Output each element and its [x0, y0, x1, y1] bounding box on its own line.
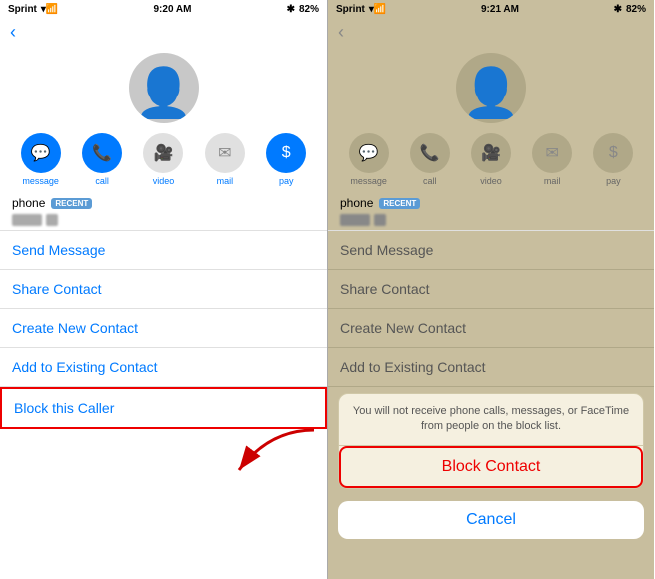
bluetooth-icon: ✱	[287, 4, 295, 15]
left-avatar: 👤	[129, 53, 199, 123]
left-avatar-area: 👤	[0, 47, 327, 127]
right-status-time: 9:21 AM	[481, 4, 519, 15]
right-menu-list: Send Message Share Contact Create New Co…	[328, 230, 654, 387]
bluetooth-icon-right: ✱	[614, 4, 622, 15]
right-status-carrier: Sprint ▾📶	[336, 4, 386, 15]
right-video-button[interactable]: 🎥 video	[466, 133, 516, 186]
right-recent-badge: RECENT	[379, 198, 420, 209]
pay-button[interactable]: $ pay	[261, 133, 311, 186]
right-mail-icon: ✉	[532, 133, 572, 173]
call-icon: 📞	[82, 133, 122, 173]
wifi-icon: ▾📶	[41, 4, 58, 15]
left-menu-list: Send Message Share Contact Create New Co…	[0, 230, 327, 579]
mail-icon: ✉	[205, 133, 245, 173]
right-blurred-number-2	[374, 214, 386, 226]
right-phone-panel: Sprint ▾📶 9:21 AM ✱ 82% ‹ 👤 💬 message 📞 …	[327, 0, 654, 579]
right-action-row: 💬 message 📞 call 🎥 video ✉ mail $ pay	[328, 127, 654, 190]
confirm-text: You will not receive phone calls, messag…	[351, 404, 631, 435]
pay-icon: $	[266, 133, 306, 173]
create-contact-item[interactable]: Create New Contact	[0, 309, 327, 348]
right-share-contact-item[interactable]: Share Contact	[328, 270, 654, 309]
right-call-button[interactable]: 📞 call	[405, 133, 455, 186]
message-button[interactable]: 💬 message	[16, 133, 66, 186]
left-status-carrier: Sprint ▾📶	[8, 4, 58, 15]
right-message-icon: 💬	[349, 133, 389, 173]
person-icon: 👤	[134, 70, 194, 118]
right-battery: 82%	[626, 4, 646, 15]
block-contact-button[interactable]: Block Contact	[339, 446, 643, 488]
video-icon: 🎥	[143, 133, 183, 173]
right-send-message-item[interactable]: Send Message	[328, 231, 654, 270]
cancel-box[interactable]: Cancel	[338, 501, 644, 539]
left-back-button[interactable]: ‹	[0, 18, 327, 47]
right-call-icon: 📞	[410, 133, 450, 173]
message-icon: 💬	[21, 133, 61, 173]
left-status-time: 9:20 AM	[153, 4, 191, 15]
right-message-button[interactable]: 💬 message	[344, 133, 394, 186]
right-phone-section: phone RECENT	[328, 190, 654, 212]
right-status-bar: Sprint ▾📶 9:21 AM ✱ 82%	[328, 0, 654, 18]
mail-button[interactable]: ✉ mail	[200, 133, 250, 186]
confirm-box: You will not receive phone calls, messag…	[338, 393, 644, 489]
send-message-item[interactable]: Send Message	[0, 231, 327, 270]
red-arrow-annotation	[229, 425, 319, 485]
right-blurred-number-1	[340, 214, 370, 226]
blurred-number-2	[46, 214, 58, 226]
right-phone-number-row	[328, 212, 654, 230]
left-phone-panel: Sprint ▾📶 9:20 AM ✱ 82% ‹ 👤 💬 message 📞 …	[0, 0, 327, 579]
left-status-bar: Sprint ▾📶 9:20 AM ✱ 82%	[0, 0, 327, 18]
left-action-row: 💬 message 📞 call 🎥 video ✉ mail $ pay	[0, 127, 327, 190]
right-avatar-area: 👤	[328, 47, 654, 127]
call-button[interactable]: 📞 call	[77, 133, 127, 186]
block-caller-item[interactable]: Block this Caller	[0, 387, 327, 429]
phone-number-row	[0, 212, 327, 230]
left-battery: 82%	[299, 4, 319, 15]
blurred-number-1	[12, 214, 42, 226]
right-create-contact-item[interactable]: Create New Contact	[328, 309, 654, 348]
video-button[interactable]: 🎥 video	[138, 133, 188, 186]
right-avatar: 👤	[456, 53, 526, 123]
share-contact-item[interactable]: Share Contact	[0, 270, 327, 309]
right-video-icon: 🎥	[471, 133, 511, 173]
right-pay-icon: $	[593, 133, 633, 173]
add-existing-contact-item[interactable]: Add to Existing Contact	[0, 348, 327, 387]
person-icon-right: 👤	[461, 70, 521, 118]
right-mail-button[interactable]: ✉ mail	[527, 133, 577, 186]
right-pay-button[interactable]: $ pay	[588, 133, 638, 186]
right-back-button[interactable]: ‹	[328, 18, 654, 47]
phone-label: phone	[12, 196, 45, 210]
recent-badge: RECENT	[51, 198, 92, 209]
right-add-existing-contact-item[interactable]: Add to Existing Contact	[328, 348, 654, 387]
right-phone-label: phone	[340, 196, 373, 210]
wifi-icon-right: ▾📶	[369, 4, 386, 15]
cancel-button[interactable]: Cancel	[466, 511, 516, 529]
left-phone-section: phone RECENT	[0, 190, 327, 212]
